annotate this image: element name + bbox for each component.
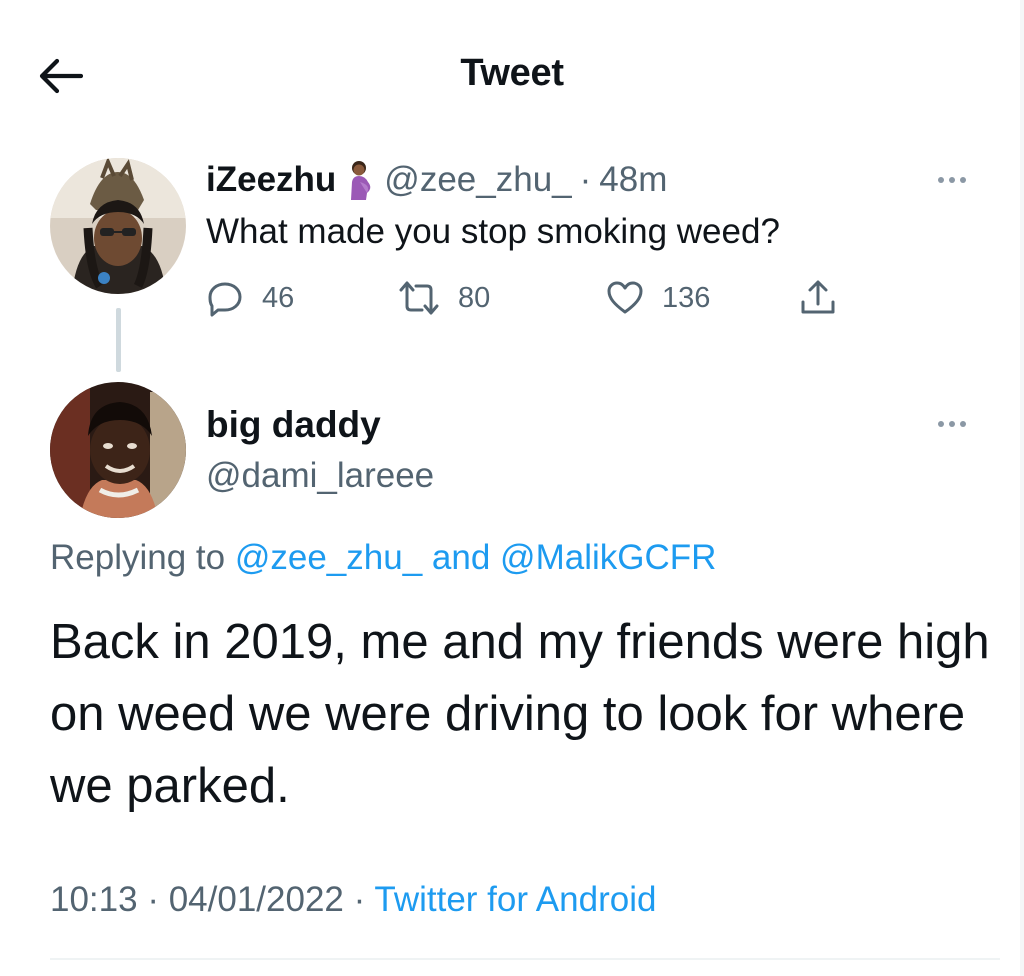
mention-link[interactable]: @zee_zhu_ [235,538,422,577]
meta-separator: · [353,880,366,919]
more-options-button[interactable] [928,168,976,192]
reply-tweet-text: Back in 2019, me and my friends were hig… [50,615,990,813]
parent-display-name[interactable]: iZeezhu [206,160,336,200]
parent-tweet-text: What made you stop smoking weed? [206,212,780,251]
pregnant-woman-emoji-icon [344,160,374,200]
meta-separator: · [579,160,592,199]
share-button[interactable] [798,276,838,320]
page-title: Tweet [460,52,564,94]
tweet-time[interactable]: 10:13 [50,880,138,919]
more-icon [938,421,944,427]
more-options-button[interactable] [928,412,976,436]
top-bar: Tweet [0,0,1024,150]
more-icon [960,177,966,183]
replying-to-label: Replying to [50,538,226,577]
reply-handle[interactable]: @dami_lareee [206,456,434,496]
replying-to-line: Replying to @zee_zhu_ and @MalikGCFR [50,538,716,578]
reply-display-name[interactable]: big daddy [206,404,381,446]
divider [50,958,1000,960]
parent-handle[interactable]: @zee_zhu_ [384,160,571,200]
tweet-source-link[interactable]: Twitter for Android [374,880,656,919]
more-icon [938,177,944,183]
avatar[interactable] [50,382,186,518]
tweet-meta: 10:13 · 04/01/2022 · Twitter for Android [50,880,656,920]
parent-tweet-header: iZeezhu @zee_zhu_ · 48m [206,158,667,202]
like-count: 136 [662,281,711,314]
reply-button[interactable]: 46 [206,276,294,320]
scrollbar-track [1020,0,1024,976]
like-button[interactable]: 136 [606,276,710,320]
mention-link[interactable]: @MalikGCFR [500,538,716,577]
more-icon [960,421,966,427]
reply-count: 46 [262,281,295,314]
meta-separator: · [147,880,159,919]
avatar[interactable] [50,158,186,294]
retweet-button[interactable]: 80 [398,276,490,320]
thread-connector [116,308,121,372]
reply-icon [208,282,242,317]
like-icon [607,281,643,314]
retweet-icon [399,281,439,315]
mention-and-link[interactable]: and [432,538,490,577]
retweet-count: 80 [458,281,491,314]
share-icon [801,280,835,314]
tweet-date[interactable]: 04/01/2022 [169,880,344,919]
more-icon [949,421,955,427]
parent-timestamp[interactable]: 48m [599,160,667,200]
more-icon [949,177,955,183]
